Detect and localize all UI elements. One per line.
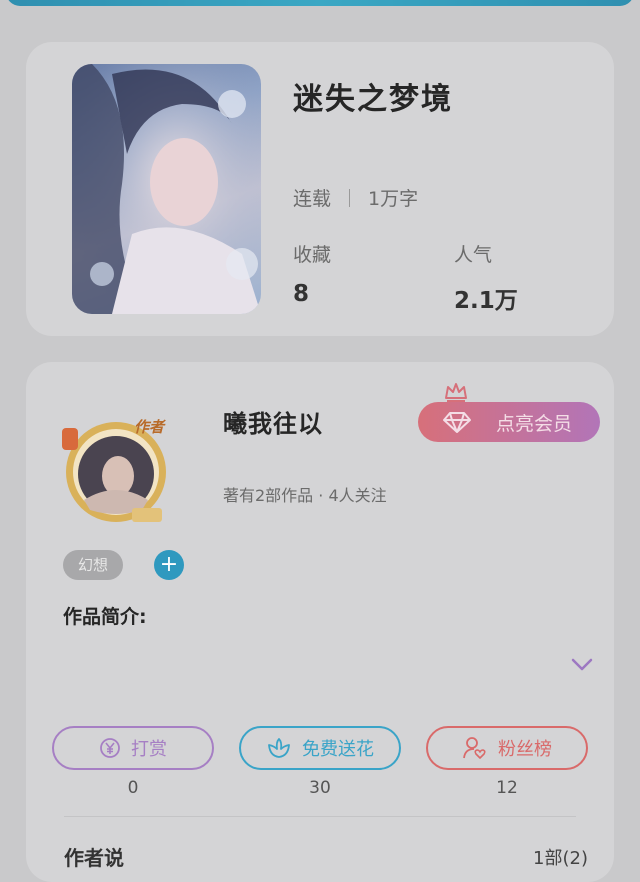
chevron-down-icon[interactable]: [571, 658, 593, 672]
stat-label: 收藏: [293, 244, 332, 266]
fan-count: 12: [496, 778, 518, 798]
crown-icon: [445, 383, 467, 402]
vip-button[interactable]: 点亮会员: [418, 402, 600, 442]
flower-count: 30: [309, 778, 331, 798]
reward-label: 打赏: [131, 739, 167, 760]
author-badge: 作者: [134, 418, 165, 436]
author-summary: 著有2部作品 · 4人关注: [223, 486, 387, 505]
stat-value: 8: [293, 281, 310, 307]
send-flower-button[interactable]: 免费送花: [239, 726, 401, 770]
stat-favorites: 收藏 8: [293, 240, 331, 307]
stat-label: 人气: [454, 244, 493, 266]
intro-label: 作品简介:: [63, 606, 147, 628]
stat-popularity: 人气 2.1万: [454, 240, 518, 315]
diamond-icon: [443, 412, 471, 433]
author-note-more[interactable]: 1部(2): [533, 844, 588, 870]
serial-status: 连载: [293, 188, 332, 210]
top-accent-bar: [6, 0, 634, 6]
book-meta: 连载 1万字: [293, 184, 418, 211]
book-cover[interactable]: [72, 64, 261, 314]
divider: [64, 816, 576, 817]
stat-value: 2.1万: [454, 288, 518, 314]
cover-illustration: [72, 64, 261, 314]
send-flower-label: 免费送花: [302, 739, 374, 760]
author-avatar[interactable]: 作者: [56, 410, 180, 526]
user-heart-icon: [463, 737, 486, 759]
vip-label: 点亮会员: [495, 412, 572, 435]
add-tag-button[interactable]: +: [154, 550, 184, 580]
fan-ranking-label: 粉丝榜: [498, 739, 552, 760]
book-title: 迷失之梦境: [293, 82, 453, 117]
author-name[interactable]: 曦我往以: [223, 404, 323, 439]
genre-tag[interactable]: 幻想: [63, 550, 123, 580]
meta-divider: [349, 188, 351, 207]
fan-ranking-button[interactable]: 粉丝榜: [426, 726, 588, 770]
word-count: 1万字: [368, 188, 419, 210]
flower-icon: [268, 738, 290, 758]
reward-count: 0: [127, 778, 139, 798]
author-card: 作者 曦我往以 著有2部作品 · 4人关注 点亮会员 幻想 + 作品简介: 打赏…: [26, 362, 614, 882]
book-info-card: 迷失之梦境 连载 1万字 收藏 8 人气 2.1万: [26, 42, 614, 336]
yuan-coin-icon: [100, 738, 120, 758]
reward-button[interactable]: 打赏: [52, 726, 214, 770]
author-note-title: 作者说: [64, 846, 124, 870]
